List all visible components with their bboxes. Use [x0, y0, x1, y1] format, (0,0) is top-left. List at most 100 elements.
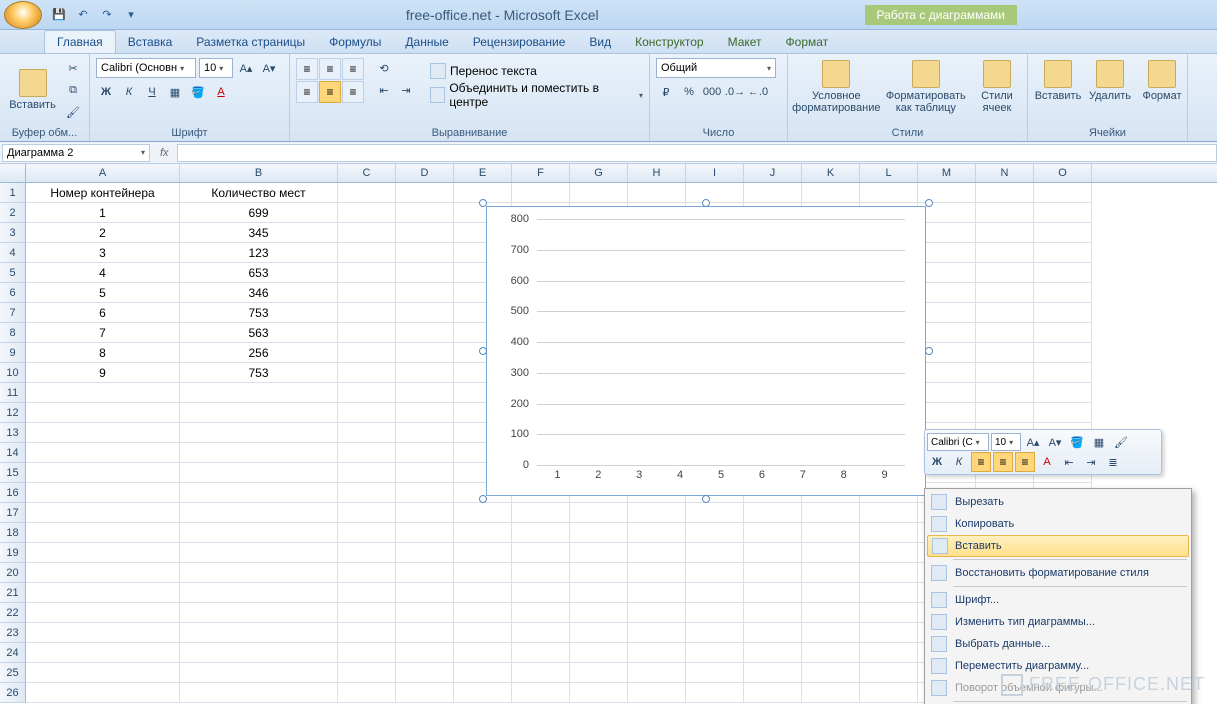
cell[interactable]: [338, 323, 396, 343]
cell[interactable]: [396, 503, 454, 523]
align-middle-icon[interactable]: ≡: [319, 58, 341, 80]
cell[interactable]: [512, 663, 570, 683]
conditional-formatting-button[interactable]: Условное форматирование: [794, 58, 879, 116]
cell[interactable]: [396, 523, 454, 543]
row-header[interactable]: 25: [0, 663, 26, 683]
cell[interactable]: [802, 523, 860, 543]
cell[interactable]: [686, 563, 744, 583]
cell[interactable]: [976, 243, 1034, 263]
cell[interactable]: [628, 563, 686, 583]
row-header[interactable]: 24: [0, 643, 26, 663]
cell[interactable]: 346: [180, 283, 338, 303]
select-all-corner[interactable]: [0, 164, 26, 182]
cell[interactable]: [802, 643, 860, 663]
align-top-icon[interactable]: ≡: [296, 58, 318, 80]
column-header[interactable]: N: [976, 164, 1034, 182]
cell[interactable]: 563: [180, 323, 338, 343]
cell[interactable]: [338, 303, 396, 323]
copy-icon[interactable]: ⧉: [63, 80, 83, 100]
cell[interactable]: [338, 643, 396, 663]
row-header[interactable]: 20: [0, 563, 26, 583]
cell[interactable]: [860, 623, 918, 643]
cell[interactable]: [396, 543, 454, 563]
cell[interactable]: [338, 683, 396, 703]
format-cells-button[interactable]: Формат: [1138, 58, 1186, 104]
undo-icon[interactable]: ↶: [74, 6, 92, 24]
cell[interactable]: 8: [26, 343, 180, 363]
cell[interactable]: [1034, 223, 1092, 243]
cell[interactable]: [744, 663, 802, 683]
mini-italic-button[interactable]: К: [949, 452, 969, 472]
cell[interactable]: [686, 623, 744, 643]
cell[interactable]: [860, 503, 918, 523]
cell[interactable]: [570, 503, 628, 523]
cell[interactable]: [918, 363, 976, 383]
cell[interactable]: [860, 603, 918, 623]
cell[interactable]: 6: [26, 303, 180, 323]
embedded-chart[interactable]: 0100200300400500600700800 123456789: [486, 206, 926, 496]
format-painter-icon[interactable]: 🖌: [63, 102, 83, 122]
cell[interactable]: [628, 543, 686, 563]
mini-align-left-icon[interactable]: ≡: [971, 452, 991, 472]
cell[interactable]: 7: [26, 323, 180, 343]
cell[interactable]: [180, 543, 338, 563]
column-header[interactable]: O: [1034, 164, 1092, 182]
cell[interactable]: [338, 623, 396, 643]
column-header[interactable]: I: [686, 164, 744, 182]
cell[interactable]: [396, 603, 454, 623]
cell[interactable]: [976, 263, 1034, 283]
cell[interactable]: 345: [180, 223, 338, 243]
cell[interactable]: [744, 543, 802, 563]
row-header[interactable]: 10: [0, 363, 26, 383]
cell[interactable]: [918, 283, 976, 303]
row-header[interactable]: 18: [0, 523, 26, 543]
italic-button[interactable]: К: [119, 82, 139, 102]
cell[interactable]: [1034, 283, 1092, 303]
grow-font-icon[interactable]: A▴: [236, 58, 256, 78]
cell[interactable]: [454, 663, 512, 683]
cell[interactable]: [512, 563, 570, 583]
cell[interactable]: [1034, 363, 1092, 383]
cell[interactable]: [744, 523, 802, 543]
cell[interactable]: [26, 463, 180, 483]
cell[interactable]: [1034, 183, 1092, 203]
cell[interactable]: [338, 523, 396, 543]
cell[interactable]: [338, 663, 396, 683]
cell[interactable]: [454, 503, 512, 523]
align-center-icon[interactable]: ≡: [319, 81, 341, 103]
cell[interactable]: 5: [26, 283, 180, 303]
column-header[interactable]: M: [918, 164, 976, 182]
cell[interactable]: [338, 363, 396, 383]
cell[interactable]: [338, 563, 396, 583]
cell[interactable]: [976, 323, 1034, 343]
cell[interactable]: [180, 683, 338, 703]
cell[interactable]: [396, 663, 454, 683]
tab-formulas[interactable]: Формулы: [317, 31, 393, 53]
cell[interactable]: [918, 223, 976, 243]
cell[interactable]: [802, 183, 860, 203]
cell[interactable]: [570, 643, 628, 663]
row-header[interactable]: 14: [0, 443, 26, 463]
cell[interactable]: [338, 263, 396, 283]
cell[interactable]: [396, 263, 454, 283]
cell[interactable]: [802, 503, 860, 523]
cell[interactable]: [512, 583, 570, 603]
cell[interactable]: [570, 583, 628, 603]
increase-indent-icon[interactable]: ⇥: [396, 80, 416, 100]
cell[interactable]: [396, 283, 454, 303]
tab-page-layout[interactable]: Разметка страницы: [184, 31, 317, 53]
mini-font-combo[interactable]: Calibri (С▾: [927, 433, 989, 451]
cell[interactable]: [454, 623, 512, 643]
column-header[interactable]: H: [628, 164, 686, 182]
mini-bullets-icon[interactable]: ≣: [1103, 452, 1123, 472]
mini-shrink-font-icon[interactable]: A▾: [1045, 432, 1065, 452]
cell[interactable]: [338, 403, 396, 423]
row-header[interactable]: 6: [0, 283, 26, 303]
wrap-text-button[interactable]: Перенос текста: [430, 60, 643, 82]
cell[interactable]: [802, 623, 860, 643]
row-header[interactable]: 8: [0, 323, 26, 343]
row-header[interactable]: 4: [0, 243, 26, 263]
row-header[interactable]: 19: [0, 543, 26, 563]
office-button[interactable]: [4, 1, 42, 29]
cell[interactable]: [396, 323, 454, 343]
